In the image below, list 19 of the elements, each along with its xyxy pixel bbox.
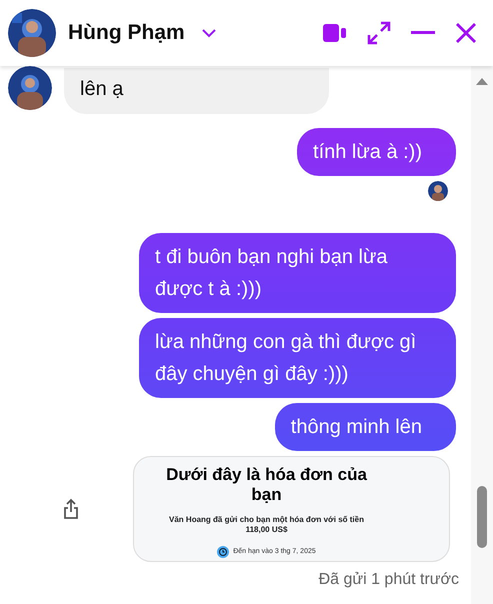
video-call-icon[interactable] [323,24,347,42]
invoice-title: Dưới đây là hóa đơn của bạn [165,465,368,505]
minimize-icon[interactable] [411,31,435,35]
scroll-thumb[interactable] [477,486,487,548]
message-bubble: tính lừa à :)) [297,128,456,176]
close-icon[interactable] [455,22,477,44]
chevron-down-icon[interactable] [200,28,217,38]
scrollbar[interactable] [471,66,493,604]
message-bubble: t đi buôn bạn nghi bạn lừa được t à :))) [139,233,456,313]
message-bubble: thông minh lên [274,403,456,451]
expand-icon[interactable] [367,21,391,45]
contact-name: Hùng Phạm [68,20,185,46]
message-bubble: lên ạ [64,68,329,114]
share-icon[interactable] [62,498,78,520]
invoice-text: Văn Hoang đã gửi cho bạn một hóa đơn với số tiền 118,00 US$ [168,515,365,535]
scroll-up-icon[interactable] [476,78,488,85]
message-bubble: lừa những con gà thì được gì đây chuyện gì đây :))) [139,318,456,398]
clock-icon [217,546,230,558]
sent-status: Đã gửi 1 phút trước [318,570,459,590]
